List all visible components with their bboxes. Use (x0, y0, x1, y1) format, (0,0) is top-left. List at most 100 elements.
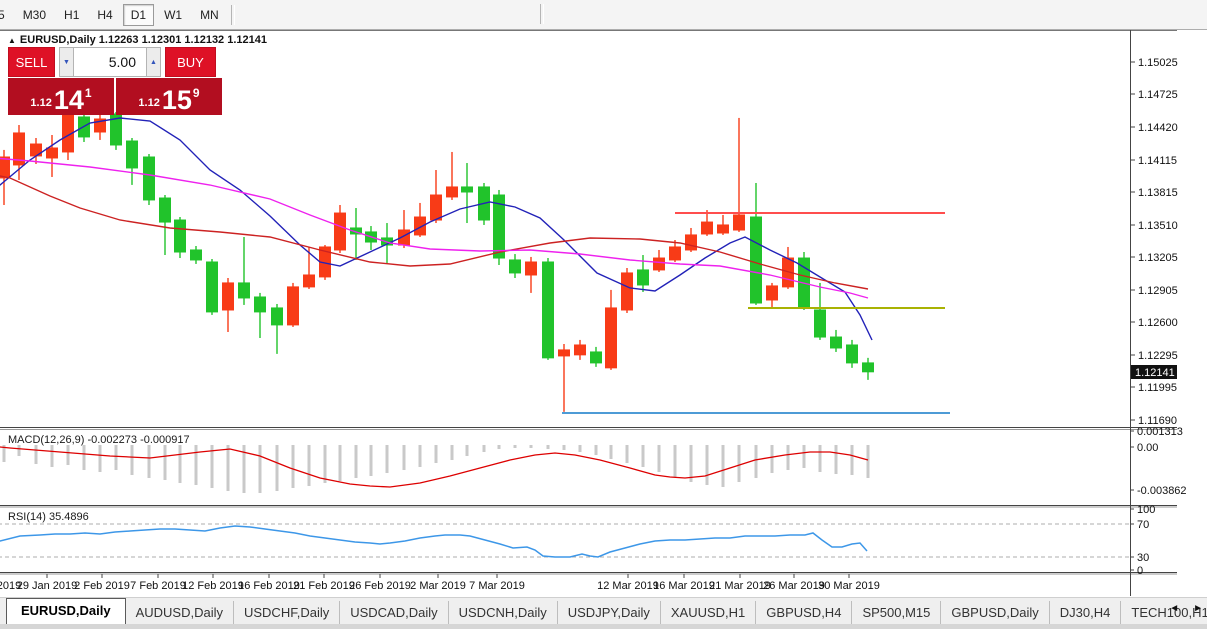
rsi-scale-label: 30 (1137, 552, 1149, 564)
bid-price-small: 1.12 (30, 97, 51, 109)
price-axis-label: 1.14115 (1138, 155, 1177, 167)
volume-increase-button[interactable]: ▲ (146, 47, 161, 77)
candle-body (288, 287, 299, 325)
candle-body (847, 345, 858, 363)
price-axis-label: 1.11995 (1138, 382, 1177, 394)
date-axis-label: 7 Feb 2019 (130, 580, 186, 592)
chart-tab-usdjpy-daily[interactable]: USDJPY,Daily (558, 601, 661, 625)
price-axis-label: 1.14725 (1138, 89, 1178, 101)
rsi-scale-label: 100 (1137, 504, 1155, 516)
rsi-scale-label: 70 (1137, 519, 1149, 531)
macd-scale-label: 0.001313 (1137, 426, 1183, 438)
candle-body (47, 148, 58, 158)
candle-body (127, 141, 138, 168)
chart-tab-usdchf-daily[interactable]: USDCHF,Daily (234, 601, 340, 625)
status-strip (0, 624, 1207, 629)
mt4-terminal: 5M30H1H4D1W1MN 1.150251.147251.144201.14… (0, 0, 1207, 629)
tab-scroll-arrows: ◄ ► (1167, 603, 1205, 614)
date-axis-label: 16 Mar 2019 (653, 580, 715, 592)
candle-body (191, 250, 202, 260)
candle-body (160, 198, 171, 222)
candle-body (575, 345, 586, 355)
chart-tab-dj30-h4[interactable]: DJ30,H4 (1050, 601, 1122, 625)
rsi-scale-label: 0 (1137, 565, 1143, 577)
price-axis-label: 1.13815 (1138, 187, 1178, 199)
candle-body (606, 308, 617, 368)
candle-body (767, 286, 778, 300)
timeframe-button-5[interactable]: 5 (0, 4, 13, 26)
timeframe-button-h4[interactable]: H4 (89, 4, 120, 26)
volume-decrease-button[interactable]: ▼ (59, 47, 74, 77)
tab-scroll-left-button[interactable]: ◄ (1167, 603, 1181, 614)
bid-quote[interactable]: 1.12 14 1 (8, 78, 114, 115)
price-axis-label: 1.13205 (1138, 252, 1178, 264)
timeframe-button-h1[interactable]: H1 (56, 4, 87, 26)
date-axis-label: 26 Feb 2019 (349, 580, 411, 592)
chart-tab-xauusd-h1[interactable]: XAUUSD,H1 (661, 601, 756, 625)
timeframe-button-m30[interactable]: M30 (15, 4, 54, 26)
candle-body (718, 225, 729, 233)
price-axis-label: 1.12600 (1138, 317, 1178, 329)
chart-title-text: EURUSD,Daily 1.12263 1.12301 1.12132 1.1… (20, 34, 267, 46)
current-price-text: 1.12141 (1135, 367, 1175, 379)
candle-body (175, 220, 186, 252)
timeframe-toolbar: 5M30H1H4D1W1MN (0, 0, 1207, 30)
candle-body (670, 247, 681, 260)
date-axis-label: 16 Feb 2019 (238, 580, 300, 592)
candle-body (638, 270, 649, 285)
chart-tab-usdcad-daily[interactable]: USDCAD,Daily (340, 601, 448, 625)
date-axis-label: 12 Mar 2019 (597, 580, 659, 592)
candle-body (239, 283, 250, 298)
chart-tab-sp500-m15[interactable]: SP500,M15 (852, 601, 941, 625)
price-axis-label: 1.15025 (1138, 57, 1178, 69)
macd-indicator-label: MACD(12,26,9) -0.002273 -0.000917 (8, 434, 190, 446)
candle-body (591, 352, 602, 363)
candle-body (447, 187, 458, 197)
collapse-arrow-icon[interactable]: ▲ (8, 36, 16, 45)
candle-body (543, 262, 554, 358)
rsi-line (0, 526, 867, 557)
tab-scroll-right-button[interactable]: ► (1191, 603, 1205, 614)
candle-body (863, 363, 874, 372)
candle-body (272, 308, 283, 325)
candle-body (462, 187, 473, 192)
date-axis-label: 12 Feb 2019 (182, 580, 244, 592)
chart-tab-gbpusd-h4[interactable]: GBPUSD,H4 (756, 601, 852, 625)
candle-body (510, 260, 521, 273)
chart-window: 1.150251.147251.144201.141151.138151.135… (0, 30, 1207, 596)
chart-tab-usdcnh-daily[interactable]: USDCNH,Daily (449, 601, 558, 625)
price-axis-label: 1.13510 (1138, 220, 1178, 232)
bid-price-big: 14 (54, 88, 84, 112)
candle-body (223, 283, 234, 310)
candle-body (207, 262, 218, 312)
timeframe-button-w1[interactable]: W1 (156, 4, 190, 26)
chart-title: ▲ EURUSD,Daily 1.12263 1.12301 1.12132 1.… (8, 34, 267, 46)
candle-body (622, 273, 633, 310)
candle-body (654, 258, 665, 270)
timeframe-button-mn[interactable]: MN (192, 4, 227, 26)
candle-body (304, 275, 315, 287)
bid-price-pip: 1 (85, 86, 92, 100)
chart-tab-eurusd-daily[interactable]: EURUSD,Daily (6, 598, 126, 625)
candle-body (255, 297, 266, 312)
candle-body (526, 262, 537, 275)
candle-body (431, 195, 442, 220)
chart-tab-audusd-daily[interactable]: AUDUSD,Daily (126, 601, 234, 625)
sell-button[interactable]: SELL (8, 47, 55, 77)
timeframe-button-d1[interactable]: D1 (123, 4, 154, 26)
chart-tab-gbpusd-daily[interactable]: GBPUSD,Daily (941, 601, 1049, 625)
candle-body (702, 222, 713, 234)
candle-body (734, 215, 745, 230)
macd-scale-label: 0.00 (1137, 442, 1158, 454)
candle-body (335, 213, 346, 250)
buy-button[interactable]: BUY (165, 47, 216, 77)
ask-quote[interactable]: 1.12 15 9 (116, 78, 222, 115)
price-axis-label: 1.12905 (1138, 285, 1178, 297)
date-axis-label: 2 Feb 2019 (74, 580, 130, 592)
date-axis-label: 30 Mar 2019 (818, 580, 880, 592)
candle-body (815, 310, 826, 337)
toolbar-separator (231, 5, 235, 25)
candle-body (559, 350, 570, 356)
rsi-indicator-label: RSI(14) 35.4896 (8, 511, 89, 523)
volume-input[interactable] (74, 47, 146, 77)
